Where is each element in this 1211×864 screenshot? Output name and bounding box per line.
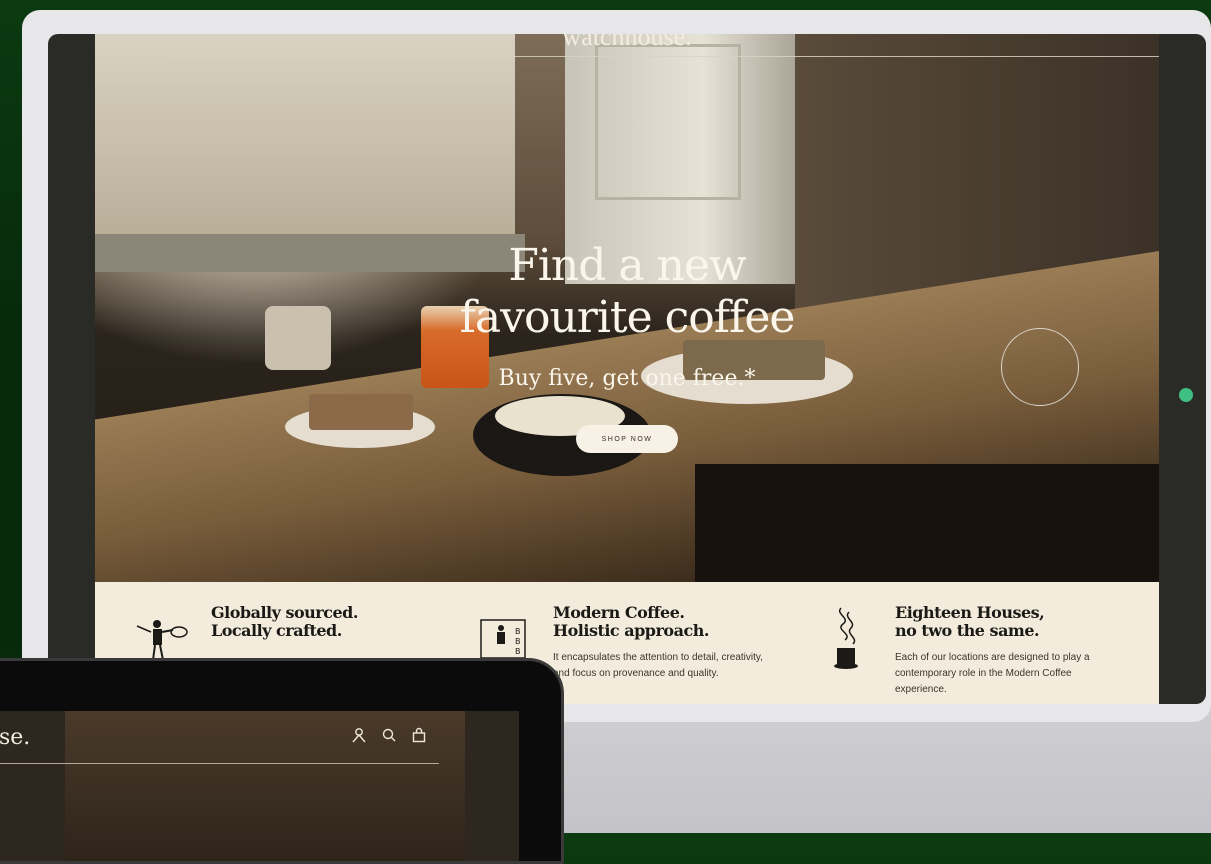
svg-text:B: B xyxy=(515,647,521,656)
website-screen: watchhouse. Find a new favourite coffee … xyxy=(48,34,1206,704)
header-divider xyxy=(172,56,1159,57)
laptop-screen: se. xyxy=(0,711,519,861)
table-shadow xyxy=(695,464,1159,582)
feature-eighteen-houses: Eighteen Houses, no two the same. Each o… xyxy=(895,604,1125,698)
search-icon[interactable] xyxy=(379,727,399,747)
feature-title-line-2: no two the same. xyxy=(895,621,1040,640)
brand-logo[interactable]: watchhouse. xyxy=(48,34,1206,52)
feature-modern-coffee: Modern Coffee. Holistic approach. It enc… xyxy=(553,604,763,682)
svg-text:B: B xyxy=(515,627,521,636)
account-icon[interactable] xyxy=(349,727,369,747)
feature-body: It encapsulates the attention to detail,… xyxy=(553,652,763,679)
laptop-brand-logo[interactable]: se. xyxy=(0,725,30,750)
desktop-monitor: watchhouse. Find a new favourite coffee … xyxy=(22,10,1211,722)
feature-title-line-1: Modern Coffee. xyxy=(553,603,685,622)
feature-body: Each of our locations are designed to pl… xyxy=(895,652,1090,695)
feature-globally-sourced: Globally sourced. Locally crafted. xyxy=(211,604,358,640)
svg-text:B: B xyxy=(515,637,521,646)
headline-line-1: Find a new xyxy=(508,240,746,291)
steaming-cup-icon xyxy=(831,604,867,679)
feature-title-line-1: Eighteen Houses, xyxy=(895,603,1045,622)
status-dot xyxy=(1179,388,1193,402)
laptop-header-divider xyxy=(0,763,439,764)
feature-title-line-2: Locally crafted. xyxy=(211,621,342,640)
shop-now-button[interactable]: SHOP NOW xyxy=(576,425,678,453)
feature-title-line-2: Holistic approach. xyxy=(553,621,709,640)
laptop-hero-image xyxy=(65,711,465,861)
toast xyxy=(309,394,413,430)
feature-title-line-1: Globally sourced. xyxy=(211,603,358,622)
bag-icon[interactable] xyxy=(409,727,429,747)
window-illustration xyxy=(95,34,515,244)
laptop-device: se. xyxy=(0,658,564,864)
cursor-ring xyxy=(1001,328,1079,406)
